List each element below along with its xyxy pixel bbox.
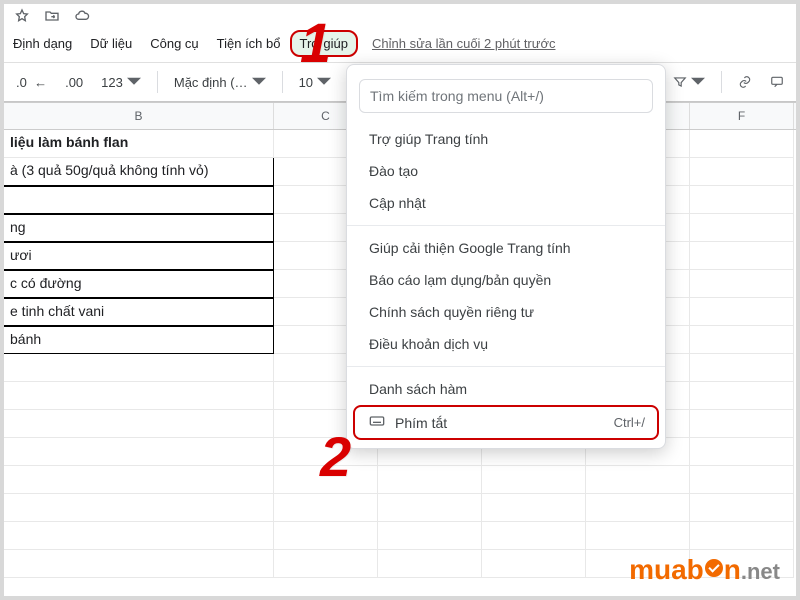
cell[interactable]: ươi bbox=[4, 242, 274, 270]
move-folder-icon[interactable] bbox=[44, 8, 60, 24]
number-format-button[interactable]: 123 bbox=[95, 71, 147, 94]
filter-button[interactable] bbox=[667, 71, 711, 93]
increase-decimal-button[interactable]: .00 bbox=[59, 71, 89, 94]
menu-format[interactable]: Định dạng bbox=[4, 30, 81, 57]
menu-item-function-list[interactable]: Danh sách hàm bbox=[347, 373, 665, 405]
menu-search-input[interactable]: Tìm kiếm trong menu (Alt+/) bbox=[359, 79, 653, 113]
decrease-decimal-button[interactable]: .0 ← bbox=[10, 71, 53, 94]
cell[interactable]: c có đường bbox=[4, 270, 274, 298]
cell[interactable]: bánh bbox=[4, 326, 274, 354]
menu-item-privacy[interactable]: Chính sách quyền riêng tư bbox=[347, 296, 665, 328]
font-select[interactable]: Mặc định (… bbox=[168, 71, 272, 94]
annotation-1: 1 bbox=[300, 10, 331, 75]
menu-item-updates[interactable]: Cập nhật bbox=[347, 187, 665, 219]
menu-item-shortcuts[interactable]: Phím tắt Ctrl+/ bbox=[353, 405, 659, 440]
menu-item-training[interactable]: Đào tạo bbox=[347, 155, 665, 187]
insert-comment-button[interactable] bbox=[764, 71, 790, 93]
watermark-logo: muabn.net bbox=[629, 554, 780, 586]
keyboard-icon bbox=[369, 413, 385, 432]
cell[interactable] bbox=[4, 186, 274, 214]
cell[interactable]: ng bbox=[4, 214, 274, 242]
menubar: Định dạng Dữ liệu Công cụ Tiện ích bổ Tr… bbox=[4, 30, 555, 57]
menu-tools[interactable]: Công cụ bbox=[141, 30, 207, 57]
menu-item-improve[interactable]: Giúp cải thiện Google Trang tính bbox=[347, 232, 665, 264]
menu-item-shortcut-key: Ctrl+/ bbox=[614, 415, 645, 430]
annotation-2: 2 bbox=[320, 424, 351, 489]
menu-data[interactable]: Dữ liệu bbox=[81, 30, 141, 57]
menu-item-label: Phím tắt bbox=[395, 415, 447, 431]
help-dropdown-menu: Tìm kiếm trong menu (Alt+/) Trợ giúp Tra… bbox=[346, 64, 666, 449]
menu-addons[interactable]: Tiện ích bổ bbox=[208, 30, 290, 57]
cell[interactable]: e tinh chất vani bbox=[4, 298, 274, 326]
cloud-status-icon[interactable] bbox=[74, 8, 90, 24]
col-header-B[interactable]: B bbox=[4, 103, 274, 129]
cell-title[interactable]: liệu làm bánh flan bbox=[4, 130, 274, 158]
last-edit-link[interactable]: Chỉnh sửa lần cuối 2 phút trước bbox=[372, 36, 555, 51]
cell[interactable]: à (3 quả 50g/quả không tính vỏ) bbox=[4, 158, 274, 186]
insert-link-button[interactable] bbox=[732, 71, 758, 93]
menu-item-sheets-help[interactable]: Trợ giúp Trang tính bbox=[347, 123, 665, 155]
menu-item-abuse[interactable]: Báo cáo lạm dụng/bản quyền bbox=[347, 264, 665, 296]
col-header-F[interactable]: F bbox=[690, 103, 794, 129]
star-icon[interactable] bbox=[14, 8, 30, 24]
menu-item-terms[interactable]: Điều khoản dịch vụ bbox=[347, 328, 665, 360]
